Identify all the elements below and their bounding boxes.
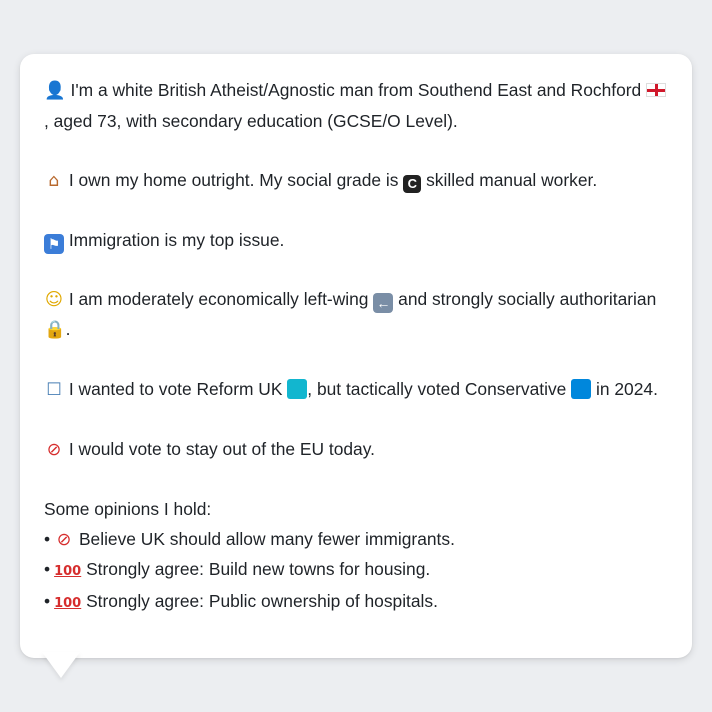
hundred-points-icon: 100: [54, 564, 82, 579]
ideology-paragraph: ☺ I am moderately economically left-wing…: [44, 285, 668, 346]
home-paragraph: ⌂ I own my home outright. My social grad…: [44, 166, 668, 197]
list-item: • ⊘ Believe UK should allow many fewer im…: [44, 525, 668, 556]
no-entry-icon: ⊘: [46, 440, 62, 460]
list-item: • 100 Strongly agree: Public ownership of…: [44, 587, 668, 619]
ideology-text-a: I am moderately economically left-wing: [68, 288, 374, 309]
hundred-points-icon: 100: [54, 595, 82, 611]
persona-message-bubble: 👤 I'm a white British Atheist/Agnostic m…: [20, 54, 692, 658]
lock-icon: 🔒: [44, 320, 66, 340]
opinion-text: Strongly agree: Public ownership of hosp…: [86, 590, 438, 611]
social-grade-badge: C: [403, 174, 422, 193]
thinking-face-icon: ☺: [44, 289, 64, 310]
eu-paragraph: ⊘ I would vote to stay out of the EU tod…: [44, 435, 668, 466]
issue-text: Immigration is my top issue.: [68, 229, 285, 250]
intro-paragraph: 👤 I'm a white British Atheist/Agnostic m…: [44, 76, 668, 136]
eu-text: I would vote to stay out of the EU today…: [68, 439, 375, 459]
bubble-tail: [42, 652, 80, 678]
list-item: • 100 Strongly agree: Build new towns for…: [44, 555, 668, 587]
bullet: •: [44, 559, 51, 579]
ideology-text-c: .: [65, 319, 71, 339]
opinion-text: Believe UK should allow many fewer immig…: [78, 528, 455, 549]
issue-paragraph: ⚑ Immigration is my top issue.: [44, 226, 668, 256]
ballot-box-icon: ☐: [46, 380, 62, 400]
intro-text-a: I'm a white British Atheist/Agnostic man…: [70, 80, 647, 100]
conservative-color-square: [571, 379, 592, 399]
reform-uk-color-square: [287, 379, 308, 399]
opinions-section: Some opinions I hold: • ⊘ Believe UK shou…: [44, 495, 668, 618]
england-flag-icon: [646, 83, 667, 97]
vote-text-c: in 2024.: [591, 379, 658, 399]
left-arrow-icon: ←: [373, 292, 394, 313]
bullet: •: [44, 590, 51, 611]
person-silhouette-icon: 👤: [44, 81, 66, 101]
no-entry-icon: ⊘: [56, 529, 72, 550]
ideology-text-b: and strongly socially authoritarian: [393, 288, 657, 309]
vote-text-b: , but tactically voted Conservative: [307, 379, 572, 399]
opinion-text: Strongly agree: Build new towns for hous…: [86, 559, 431, 579]
opinions-list: • ⊘ Believe UK should allow many fewer im…: [44, 525, 668, 619]
opinions-heading: Some opinions I hold:: [44, 499, 212, 519]
home-text-b: skilled manual worker.: [421, 169, 598, 190]
passport-control-icon: ⚑: [44, 233, 64, 254]
intro-text-b: , aged 73, with secondary education (GCS…: [44, 110, 458, 131]
bullet: •: [44, 528, 51, 549]
vote-text-a: I wanted to vote Reform UK: [68, 379, 288, 399]
home-text-a: I own my home outright. My social grade …: [68, 169, 404, 190]
house-icon: ⌂: [48, 170, 60, 191]
vote-paragraph: ☐ I wanted to vote Reform UK , but tacti…: [44, 375, 668, 406]
